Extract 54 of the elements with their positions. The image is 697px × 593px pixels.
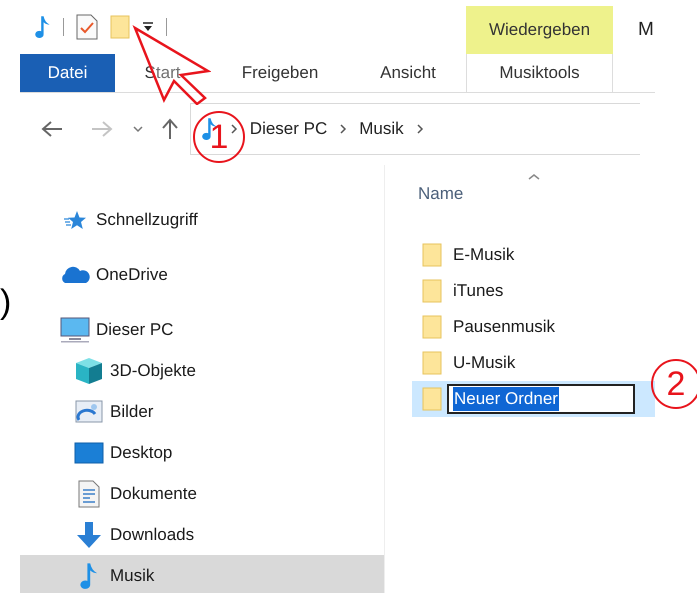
file-row[interactable]: Neuer Ordner <box>412 381 655 417</box>
nav-item[interactable]: Downloads <box>20 514 384 555</box>
nav-item[interactable]: Bilder <box>20 391 384 432</box>
cube-icon <box>75 356 103 384</box>
annotation-marker: 1 <box>193 111 245 163</box>
folder-name: Pausenmusik <box>453 316 556 338</box>
nav-item[interactable]: OneDrive <box>20 254 384 295</box>
folder-name: E-Musik <box>453 244 514 266</box>
ribbon-tab[interactable]: Freigeben <box>210 54 350 92</box>
ribbon-tab[interactable]: Ansicht <box>350 54 466 92</box>
folder-icon <box>422 315 442 339</box>
file-row[interactable]: E-Musik <box>412 237 655 273</box>
folder-name: iTunes <box>453 280 504 302</box>
star-icon <box>63 210 87 230</box>
checklist-icon[interactable] <box>76 14 98 40</box>
chevron-right-icon <box>339 123 348 135</box>
up-icon[interactable] <box>160 117 180 141</box>
nav-item[interactable]: 3D-Objekte <box>20 350 384 391</box>
chevron-right-icon <box>230 123 238 135</box>
sort-caret-icon <box>527 173 541 181</box>
music-note-icon <box>79 562 99 590</box>
desktop-icon <box>74 442 104 464</box>
monitor-icon <box>60 316 90 342</box>
nav-item[interactable]: Dokumente <box>20 473 384 514</box>
folder-icon <box>422 279 442 303</box>
nav-item[interactable]: Musik <box>20 555 384 593</box>
back-icon[interactable] <box>40 119 64 139</box>
column-header[interactable]: Name <box>418 184 464 203</box>
contextual-tab-group: Wiedergeben <box>466 6 613 54</box>
dropdown-icon[interactable] <box>142 21 154 33</box>
cloud-icon <box>60 266 90 284</box>
stray-text: ) <box>0 283 12 321</box>
document-icon <box>78 480 100 508</box>
music-note-icon <box>34 15 51 39</box>
nav-item[interactable]: Schnellzugriff <box>20 199 384 240</box>
window-title: M <box>638 18 654 42</box>
file-row[interactable]: iTunes <box>412 273 655 309</box>
folder-icon <box>422 387 442 411</box>
file-row[interactable]: Pausenmusik <box>412 309 655 345</box>
chevron-right-icon <box>416 123 424 135</box>
pictures-icon <box>75 400 103 424</box>
rename-field[interactable]: Neuer Ordner <box>447 384 635 414</box>
folder-icon <box>422 243 442 267</box>
chevron-down-icon[interactable] <box>132 125 144 133</box>
file-tab[interactable]: Datei <box>20 54 115 92</box>
new-folder-icon <box>110 15 130 39</box>
nav-item[interactable]: Dieser PC <box>20 309 384 350</box>
folder-icon <box>422 351 442 375</box>
breadcrumb[interactable]: Musik <box>359 116 404 142</box>
nav-item[interactable]: Desktop <box>20 432 384 473</box>
annotation-marker: 2 <box>651 359 697 409</box>
folder-name: U-Musik <box>453 352 516 374</box>
breadcrumb[interactable]: Dieser PC <box>250 116 328 142</box>
down-arrow-icon <box>75 520 103 548</box>
